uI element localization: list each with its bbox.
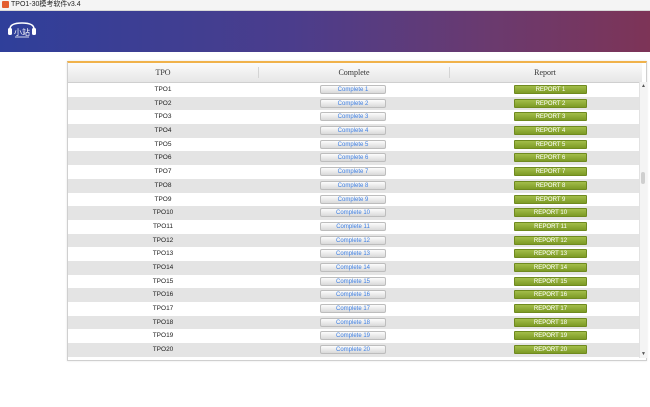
table-row: TPO5 Complete 5 REPORT 5 [68,137,642,152]
tpo-label: TPO3 [154,113,172,121]
table-row: TPO10 Complete 10 REPORT 10 [68,206,642,220]
logo-icon: 小站 [8,22,36,38]
title-bar: TPO1-30模考软件v3.4 [0,0,650,11]
logo-text: 小站 [14,27,30,37]
tpo-label: TPO16 [152,291,174,299]
table-row: TPO12 Complete 12 REPORT 12 [68,233,642,248]
window-title: TPO1-30模考软件v3.4 [11,1,81,8]
tpo-label: TPO20 [152,346,174,354]
tpo-table-panel: TPO Complete Report TPO1 Complete 1 REPORT… [67,61,647,361]
report-button[interactable]: REPORT 4 [514,126,587,136]
tpo-label: TPO14 [152,263,174,271]
report-button[interactable]: REPORT 15 [514,276,587,286]
report-button[interactable]: REPORT 8 [514,180,587,190]
complete-button[interactable]: Complete 3 [320,112,386,122]
complete-button[interactable]: Complete 17 [320,304,386,313]
table-row: TPO13 Complete 13 REPORT 13 [68,247,642,261]
report-button[interactable]: REPORT 19 [514,331,587,341]
report-button[interactable]: REPORT 16 [514,290,587,300]
table-row: TPO9 Complete 9 REPORT 9 [68,192,642,207]
table-body: TPO1 Complete 1 REPORT 1 TPO2 Complete 2 REPO… [68,83,642,358]
tpo-label: TPO12 [152,236,174,244]
complete-button[interactable]: Complete 13 [320,249,386,259]
report-button[interactable]: REPORT 9 [514,194,587,204]
column-header-complete: Complete [338,68,370,77]
complete-button[interactable]: Complete 1 [320,85,386,94]
complete-button[interactable]: Complete 19 [320,331,386,341]
tpo-label: TPO5 [154,140,172,148]
complete-button[interactable]: Complete 12 [320,235,386,245]
table-row: TPO14 Complete 14 REPORT 14 [68,260,642,275]
report-button[interactable]: REPORT 5 [514,139,587,149]
complete-button[interactable]: Complete 10 [320,208,386,218]
table-row: TPO3 Complete 3 REPORT 3 [68,110,642,125]
complete-button[interactable]: Complete 11 [320,221,386,231]
tpo-label: TPO10 [152,209,174,217]
table-row: TPO16 Complete 16 REPORT 16 [68,288,642,302]
complete-button[interactable]: Complete 8 [320,180,386,190]
complete-button[interactable]: Complete 2 [320,98,386,108]
tpo-label: TPO15 [152,277,174,285]
report-button[interactable]: REPORT 12 [514,235,587,245]
table-row: TPO8 Complete 8 REPORT 8 [68,178,642,193]
report-button[interactable]: REPORT 13 [514,249,587,259]
tpo-label: TPO19 [152,332,174,340]
complete-button[interactable]: Complete 4 [320,126,386,136]
table-row: TPO7 Complete 7 REPORT 7 [68,165,642,179]
complete-button[interactable]: Complete 16 [320,290,386,300]
table-row: TPO6 Complete 6 REPORT 6 [68,151,642,166]
report-button[interactable]: REPORT 18 [514,317,587,327]
report-button[interactable]: REPORT 20 [514,345,587,355]
tpo-label: TPO2 [154,99,172,107]
complete-button[interactable]: Complete 6 [320,153,386,163]
table-row: TPO20 Complete 20 REPORT 20 [68,343,642,357]
tpo-label: TPO11 [152,222,174,230]
table-row: TPO19 Complete 19 REPORT 19 [68,329,642,344]
complete-button[interactable]: Complete 15 [320,276,386,286]
tpo-label: TPO9 [154,195,172,203]
table-row: TPO11 Complete 11 REPORT 11 [68,219,642,234]
complete-button[interactable]: Complete 20 [320,345,386,355]
table-row: TPO4 Complete 4 REPORT 4 [68,124,642,138]
tpo-label: TPO18 [152,318,174,326]
column-header-report: Report [534,68,556,77]
chevron-down-icon[interactable]: ▼ [640,350,647,358]
report-button[interactable]: REPORT 17 [514,304,587,313]
tpo-label: TPO13 [152,250,174,258]
tpo-label: TPO6 [154,154,172,162]
table-row: TPO18 Complete 18 REPORT 18 [68,315,642,330]
tpo-label: TPO1 [154,86,172,93]
table-row: TPO17 Complete 17 REPORT 17 [68,302,642,316]
header-banner: 小站 [0,11,650,52]
complete-button[interactable]: Complete 14 [320,262,386,272]
column-header-tpo: TPO [155,68,171,77]
report-button[interactable]: REPORT 1 [514,85,587,94]
chevron-up-icon[interactable]: ▲ [640,82,647,90]
report-button[interactable]: REPORT 7 [514,167,587,177]
report-button[interactable]: REPORT 2 [514,98,587,108]
report-button[interactable]: REPORT 14 [514,262,587,272]
report-button[interactable]: REPORT 10 [514,208,587,218]
app-icon [2,1,9,8]
complete-button[interactable]: Complete 5 [320,139,386,149]
table-row: TPO15 Complete 15 REPORT 15 [68,274,642,289]
table-row: TPO1 Complete 1 REPORT 1 [68,83,642,97]
scrollbar-thumb[interactable] [641,172,645,184]
table-row: TPO2 Complete 2 REPORT 2 [68,96,642,111]
report-button[interactable]: REPORT 6 [514,153,587,163]
report-button[interactable]: REPORT 11 [514,221,587,231]
tpo-label: TPO7 [154,168,172,176]
tpo-label: TPO8 [154,181,172,189]
table-header: TPO Complete Report [68,63,642,83]
complete-button[interactable]: Complete 7 [320,167,386,177]
complete-button[interactable]: Complete 18 [320,317,386,327]
complete-button[interactable]: Complete 9 [320,194,386,204]
tpo-label: TPO4 [154,127,172,135]
vertical-scrollbar[interactable]: ▲ ▼ [639,82,647,358]
report-button[interactable]: REPORT 3 [514,112,587,122]
tpo-label: TPO17 [152,305,174,312]
